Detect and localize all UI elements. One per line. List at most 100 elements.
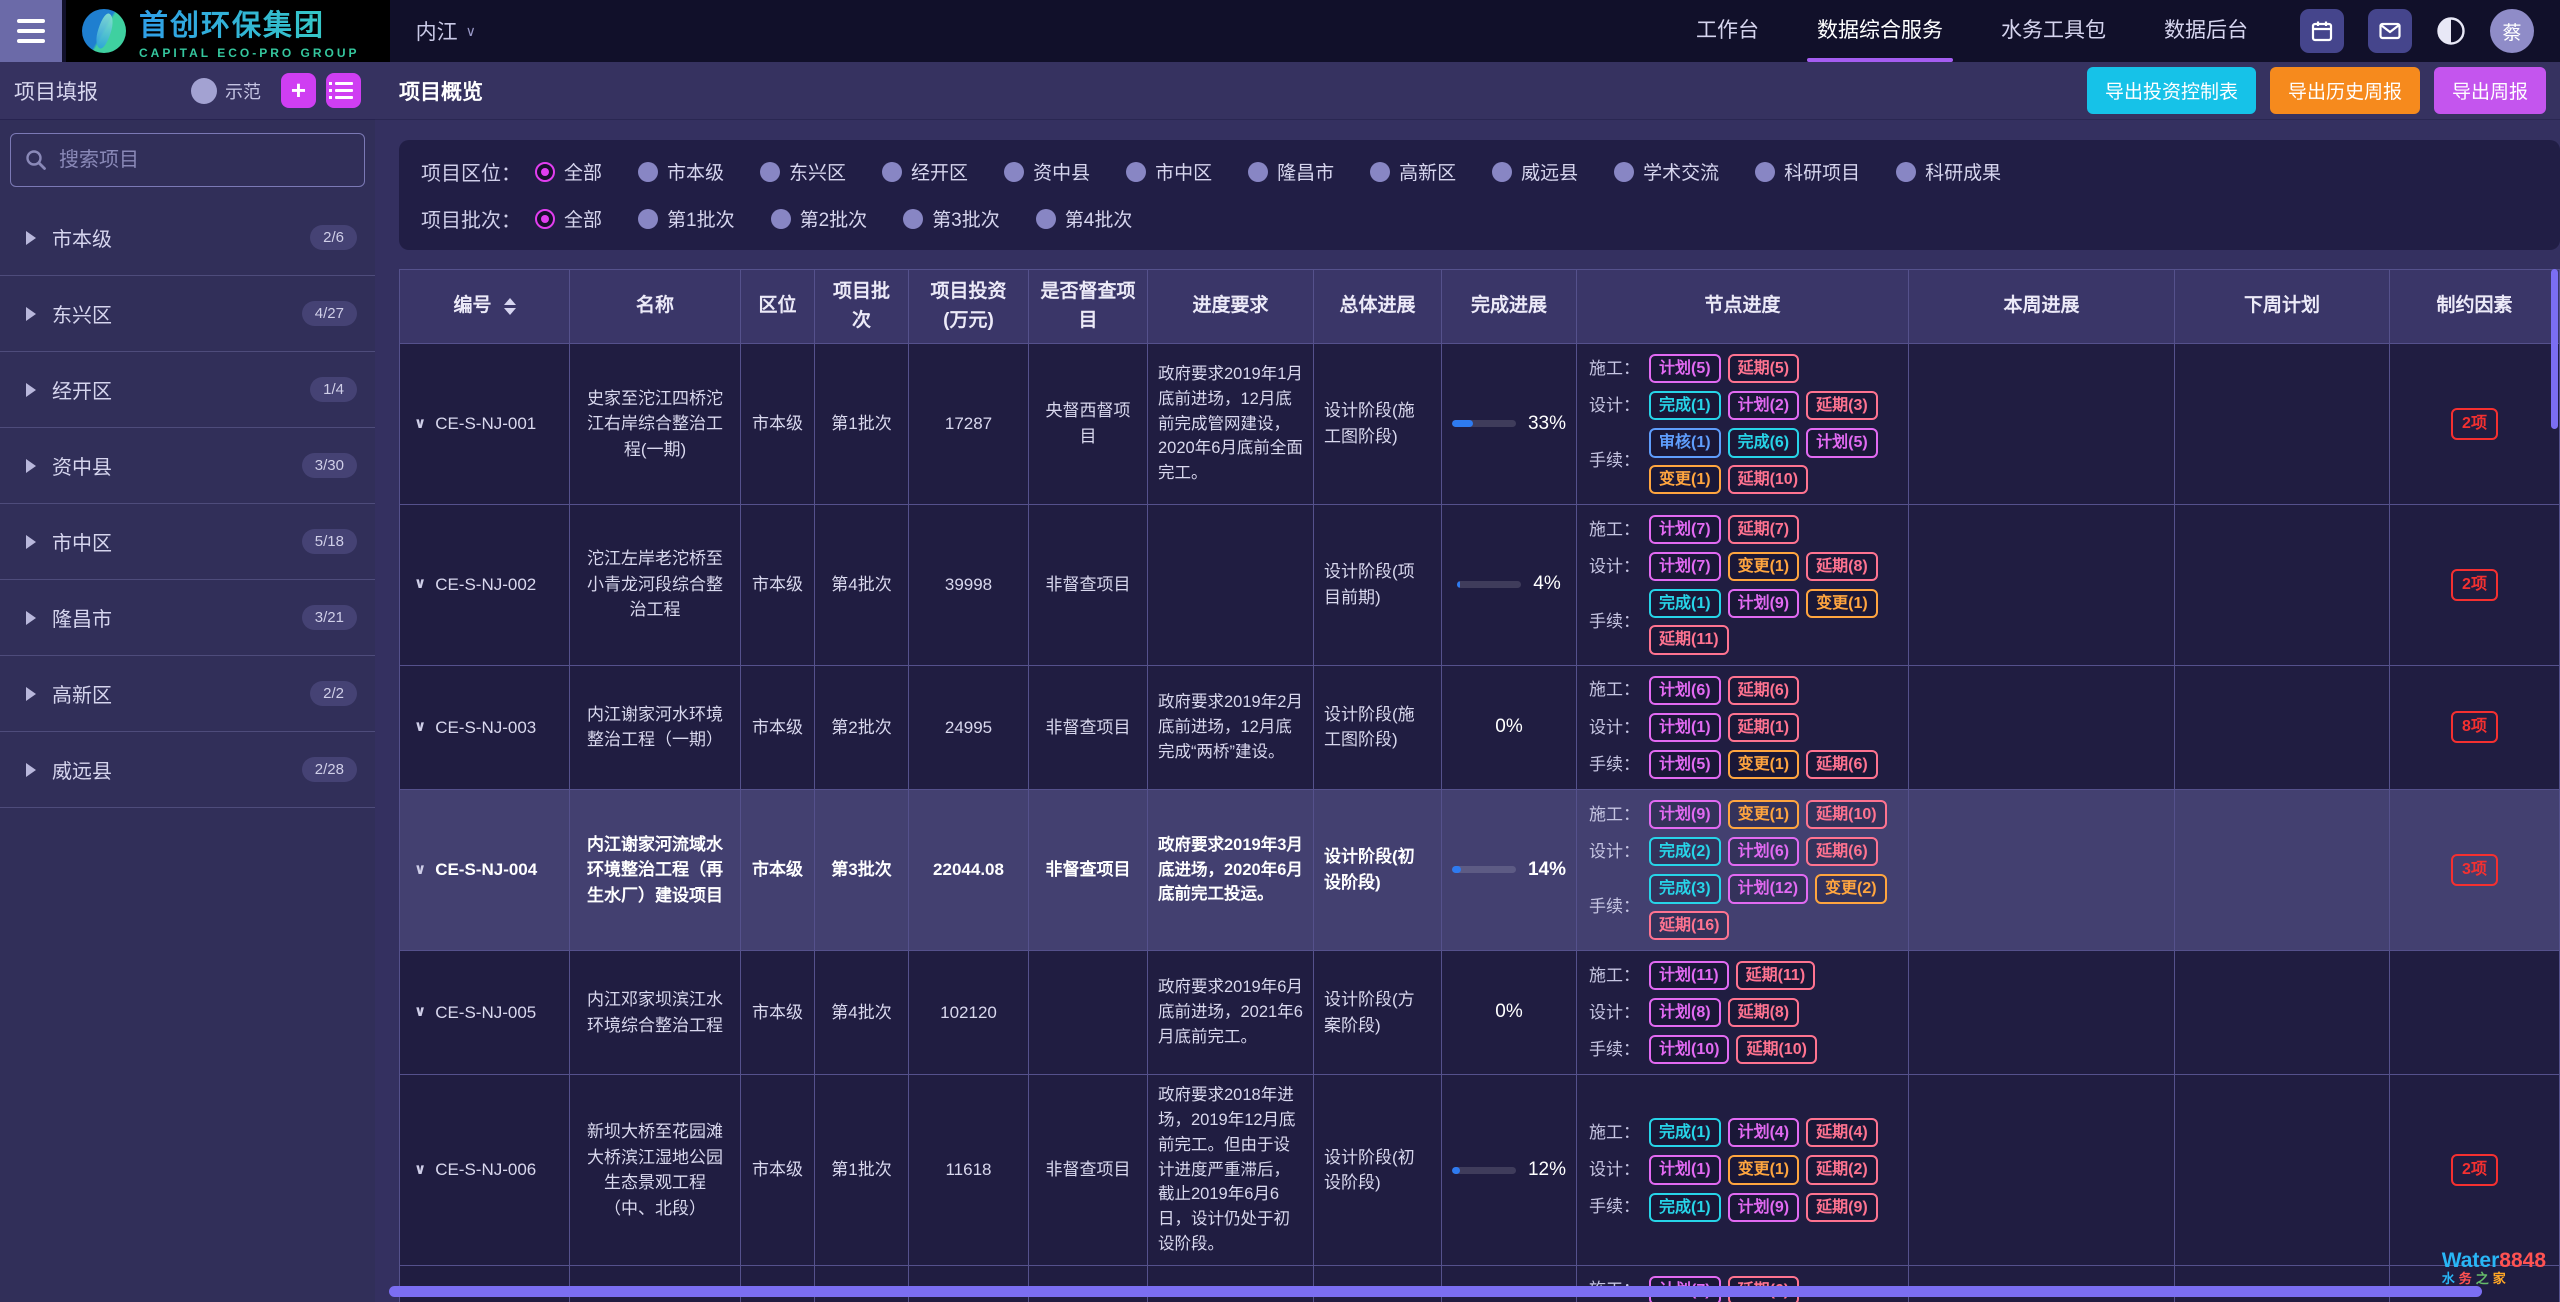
sidebar-region-item[interactable]: 威远县2/28 [0, 732, 375, 808]
filter-radio-option[interactable]: 第3批次 [903, 205, 1000, 232]
sidebar-region-item[interactable]: 市本级2/6 [0, 200, 375, 276]
list-view-button[interactable] [326, 73, 361, 108]
radio-icon [1370, 162, 1390, 182]
cell-requirement: 政府要求2019年6月底前进场，2021年6月底前完工。 [1148, 951, 1314, 1076]
filter-radio-option[interactable]: 资中县 [1004, 158, 1090, 185]
table-row[interactable]: ∨CE-S-NJ-006新坝大桥至花园滩大桥滨江湿地公园生态景观工程（中、北段）… [400, 1075, 2560, 1265]
radio-icon [1755, 162, 1775, 182]
radio-icon [638, 209, 658, 229]
sidebar-region-item[interactable]: 高新区2/2 [0, 656, 375, 732]
row-expander-icon[interactable]: ∨ [414, 1001, 426, 1024]
sidebar-region-item[interactable]: 经开区1/4 [0, 352, 375, 428]
filter-radio-option[interactable]: 第1批次 [638, 205, 735, 232]
sidebar-region-item[interactable]: 市中区5/18 [0, 504, 375, 580]
node-line: 设计：计划(1)变更(1)延期(2) [1589, 1155, 1878, 1184]
column-header: 制约因素 [2390, 270, 2560, 344]
demo-toggle[interactable] [191, 78, 217, 104]
row-expander-icon[interactable]: ∨ [414, 413, 426, 436]
nav-item[interactable]: 数据后台 [2164, 0, 2248, 62]
sidebar-region-item[interactable]: 东兴区4/27 [0, 276, 375, 352]
filter-radio-option[interactable]: 第2批次 [771, 205, 868, 232]
cell-code: ∨CE-S-NJ-003 [400, 666, 570, 791]
project-code: CE-S-NJ-005 [435, 1000, 536, 1026]
vertical-scrollbar[interactable] [2551, 269, 2558, 429]
node-section-label: 施工： [1589, 802, 1640, 828]
filter-radio-option[interactable]: 第4批次 [1036, 205, 1133, 232]
node-tags: 完成(1)计划(9)变更(1)延期(11) [1649, 589, 1896, 654]
cell-batch: 第4批次 [815, 951, 909, 1076]
radio-icon [1004, 162, 1024, 182]
cell-investment: 39998 [909, 505, 1029, 666]
column-header[interactable]: 编号 [400, 270, 570, 344]
row-expander-icon[interactable]: ∨ [414, 573, 426, 596]
filter-radio-option[interactable]: 学术交流 [1614, 158, 1719, 185]
cell-progress: 14% [1442, 790, 1577, 951]
region-count-badge: 3/30 [302, 453, 357, 478]
row-expander-icon[interactable]: ∨ [414, 1159, 426, 1182]
calendar-button[interactable] [2300, 9, 2344, 53]
node-line: 手续：完成(3)计划(12)变更(2)延期(16) [1589, 874, 1896, 939]
node-line: 设计：计划(7)变更(1)延期(8) [1589, 552, 1878, 581]
sidebar-region-item[interactable]: 资中县 3/30 [0, 428, 375, 504]
cell-investment: 24995 [909, 666, 1029, 791]
node-tag-plan: 计划(9) [1728, 589, 1800, 618]
project-sidebar: 项目填报 示范 + 市本级2/6东兴区4/27经开区1/4资中县3/30市中区5… [0, 62, 375, 1302]
user-avatar[interactable]: 蔡 [2490, 9, 2534, 53]
nav-item[interactable]: 水务工具包 [2001, 0, 2106, 62]
export-button[interactable]: 导出周报 [2434, 67, 2546, 114]
hamburger-menu-button[interactable] [0, 0, 62, 62]
cell-week-progress [1909, 951, 2175, 1076]
city-selector[interactable]: 内江 ∨ [416, 16, 476, 46]
add-project-button[interactable]: + [281, 73, 316, 108]
export-button[interactable]: 导出历史周报 [2270, 67, 2420, 114]
table-header-row: 编号名称区位项目批次项目投资(万元)是否督查项目进度要求总体进展完成进展节点进度… [400, 270, 2560, 344]
node-tag-plan: 计划(7) [1649, 515, 1721, 544]
filter-radio-option[interactable]: 科研成果 [1896, 158, 2001, 185]
progress-percent: 14% [1528, 856, 1566, 885]
progress-track [1452, 420, 1516, 427]
sort-icon[interactable] [504, 298, 516, 315]
theme-contrast-toggle[interactable] [2436, 16, 2466, 46]
search-input[interactable] [59, 149, 350, 172]
table-row[interactable]: ∨CE-S-NJ-004内江谢家河流域水环境整治工程（再生水厂）建设项目市本级第… [400, 790, 2560, 951]
export-button[interactable]: 导出投资控制表 [2087, 67, 2256, 114]
row-expander-icon[interactable]: ∨ [414, 716, 426, 739]
node-tag-done: 完成(1) [1649, 589, 1721, 618]
filter-radio-option[interactable]: 市中区 [1126, 158, 1212, 185]
horizontal-scrollbar[interactable] [389, 1286, 2482, 1297]
node-tag-delay: 延期(10) [1806, 800, 1886, 829]
table-row[interactable]: ∨CE-S-NJ-005内江邓家坝滨江水环境综合整治工程市本级第4批次10212… [400, 951, 2560, 1076]
nav-item[interactable]: 数据综合服务 [1817, 0, 1943, 62]
node-tag-plan: 计划(5) [1649, 354, 1721, 383]
filter-radio-option[interactable]: 威远县 [1492, 158, 1578, 185]
cell-requirement: 政府要求2019年3月底进场，2020年6月底前完工投运。 [1148, 790, 1314, 951]
region-count-badge: 3/21 [302, 605, 357, 630]
filter-radio-option[interactable]: 科研项目 [1755, 158, 1860, 185]
progress-track [1452, 866, 1516, 873]
node-tag-plan: 计划(5) [1806, 428, 1878, 457]
brand-name-en: CAPITAL ECO-PRO GROUP [139, 46, 360, 60]
filter-radio-option[interactable]: 市本级 [638, 158, 724, 185]
filter-radio-option[interactable]: 高新区 [1370, 158, 1456, 185]
row-expander-icon[interactable]: ∨ [414, 859, 426, 882]
table-row[interactable]: ∨CE-S-NJ-001史家至沱江四桥沱江右岸综合整治工程(一期)市本级第1批次… [400, 344, 2560, 505]
node-tag-plan: 计划(8) [1649, 998, 1721, 1027]
radio-option-label: 第3批次 [932, 205, 1000, 232]
sidebar-region-item[interactable]: 隆昌市3/21 [0, 580, 375, 656]
project-code: CE-S-NJ-006 [435, 1157, 536, 1183]
table-row[interactable]: ∨CE-S-NJ-002沱江左岸老沱桥至小青龙河段综合整治工程市本级第4批次39… [400, 505, 2560, 666]
region-count-badge: 2/6 [310, 225, 357, 250]
region-label: 资中县 [52, 451, 112, 480]
nav-icons: 蔡 [2300, 9, 2534, 53]
filter-radio-option[interactable]: 全部 [535, 205, 602, 232]
messages-button[interactable] [2368, 9, 2412, 53]
filter-radio-option[interactable]: 东兴区 [760, 158, 846, 185]
filter-radio-option[interactable]: 经开区 [882, 158, 968, 185]
progress-percent: 4% [1533, 570, 1560, 599]
expand-arrow-icon [26, 687, 36, 701]
filter-radio-option[interactable]: 隆昌市 [1248, 158, 1334, 185]
nav-item[interactable]: 工作台 [1696, 0, 1759, 62]
filter-radio-option[interactable]: 全部 [535, 158, 602, 185]
table-row[interactable]: ∨CE-S-NJ-003内江谢家河水环境整治工程（一期）市本级第2批次24995… [400, 666, 2560, 791]
projects-table: 编号名称区位项目批次项目投资(万元)是否督查项目进度要求总体进展完成进展节点进度… [399, 269, 2560, 1302]
